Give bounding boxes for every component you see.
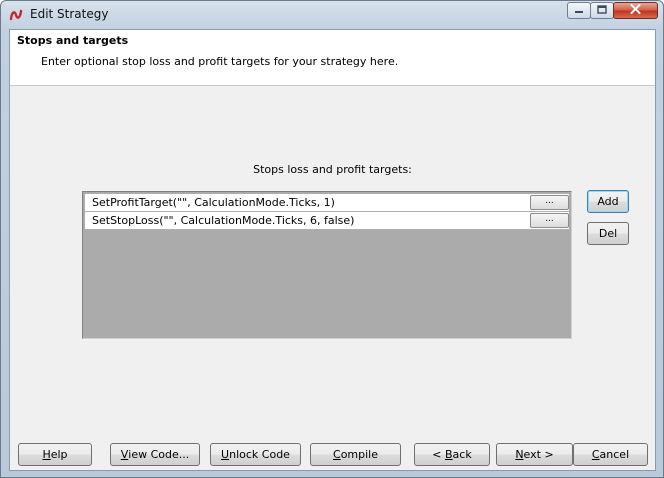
- target-row-text: SetProfitTarget("", CalculationMode.Tick…: [92, 196, 335, 209]
- compile-label: ompile: [340, 448, 378, 461]
- next-mnemonic: N: [515, 448, 524, 461]
- title-bar[interactable]: Edit Strategy: [1, 1, 663, 29]
- close-button[interactable]: [613, 2, 658, 19]
- window-title: Edit Strategy: [30, 7, 109, 21]
- target-row[interactable]: SetProfitTarget("", CalculationMode.Tick…: [85, 194, 569, 212]
- minimize-icon: [574, 4, 584, 17]
- next-label: ext >: [523, 448, 554, 461]
- page-header: Stops and targets Enter optional stop lo…: [10, 30, 655, 86]
- help-button[interactable]: Help: [18, 443, 92, 466]
- target-row[interactable]: SetStopLoss("", CalculationMode.Ticks, 6…: [85, 212, 569, 230]
- unlock-code-mnemonic: U: [221, 448, 230, 461]
- back-prefix: <: [432, 448, 445, 461]
- targets-grid[interactable]: SetProfitTarget("", CalculationMode.Tick…: [82, 191, 572, 339]
- view-code-button[interactable]: View Code...: [110, 443, 200, 466]
- help-label: elp: [50, 448, 68, 461]
- add-button[interactable]: Add: [587, 190, 629, 213]
- next-button[interactable]: Next >: [496, 443, 573, 466]
- cancel-label: ancel: [599, 448, 630, 461]
- edit-row-button[interactable]: ...: [530, 213, 569, 228]
- unlock-code-button[interactable]: Unlock Code: [210, 443, 301, 466]
- edit-strategy-window: Edit Strategy Stops and targets Enter op…: [0, 0, 664, 478]
- help-mnemonic: H: [42, 448, 51, 461]
- cancel-mnemonic: C: [591, 448, 600, 461]
- page-subtitle: Enter optional stop loss and profit targ…: [41, 55, 399, 68]
- page-title: Stops and targets: [17, 34, 129, 47]
- back-label: ack: [452, 448, 472, 461]
- del-button[interactable]: Del: [587, 222, 629, 245]
- target-row-text: SetStopLoss("", CalculationMode.Ticks, 6…: [92, 214, 355, 227]
- back-mnemonic: B: [445, 448, 453, 461]
- dialog-client-area: Stops and targets Enter optional stop lo…: [9, 29, 656, 471]
- back-button[interactable]: < Back: [414, 443, 490, 466]
- compile-mnemonic: C: [333, 448, 341, 461]
- edit-row-button[interactable]: ...: [530, 195, 569, 210]
- compile-button[interactable]: Compile: [310, 443, 401, 466]
- unlock-code-label: nlock Code: [229, 448, 290, 461]
- ninjatrader-logo-icon: [9, 7, 25, 23]
- view-code-label: iew Code...: [128, 448, 190, 461]
- view-code-mnemonic: V: [120, 448, 129, 461]
- maximize-icon: [597, 4, 607, 17]
- close-icon: [630, 4, 641, 17]
- minimize-button[interactable]: [567, 2, 591, 19]
- maximize-button[interactable]: [590, 2, 614, 19]
- targets-label: Stops loss and profit targets:: [253, 163, 412, 176]
- cancel-button[interactable]: Cancel: [573, 443, 648, 466]
